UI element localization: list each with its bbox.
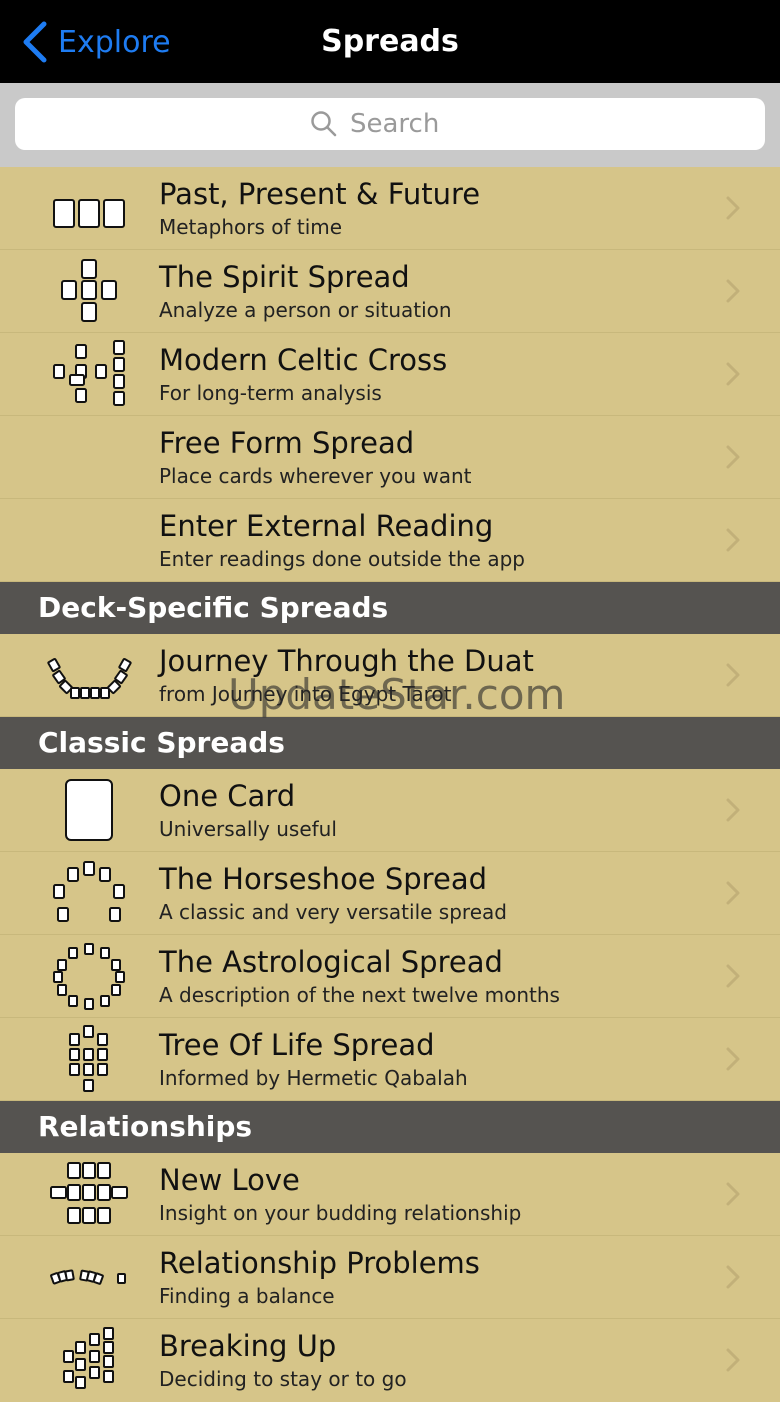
spreads-list: Past, Present & Future Metaphors of time… (0, 167, 780, 1402)
chevron-right-icon (726, 881, 740, 905)
search-input[interactable] (350, 109, 470, 139)
back-button-label: Explore (58, 24, 171, 60)
row-title: Free Form Spread (159, 426, 415, 460)
row-title: Tree Of Life Spread (159, 1028, 435, 1062)
breaking-up-icon (63, 1327, 114, 1389)
row-title: Past, Present & Future (159, 177, 481, 211)
celtic-cross-icon (53, 340, 125, 406)
row-subtitle: Insight on your budding relationship (159, 1201, 522, 1225)
chevron-right-icon (726, 362, 740, 386)
row-title: Journey Through the Duat (159, 644, 534, 678)
cross-cards-icon (61, 259, 117, 322)
chevron-right-icon (726, 663, 740, 687)
spread-row-spirit-spread[interactable]: The Spirit Spread Analyze a person or si… (0, 250, 780, 333)
chevron-right-icon (726, 798, 740, 822)
chevron-left-icon (23, 21, 47, 63)
search-field[interactable] (15, 98, 765, 150)
row-title: New Love (159, 1163, 300, 1197)
section-header-classic: Classic Spreads (0, 717, 780, 769)
tree-of-life-icon (69, 1025, 108, 1092)
chevron-right-icon (726, 196, 740, 220)
row-subtitle: Informed by Hermetic Qabalah (159, 1066, 468, 1090)
new-love-grid-icon (50, 1162, 128, 1224)
row-subtitle: For long-term analysis (159, 381, 382, 405)
spread-row-external-reading[interactable]: Enter External Reading Enter readings do… (0, 499, 780, 582)
row-subtitle: Place cards wherever you want (159, 464, 472, 488)
spread-row-relationship-problems[interactable]: Relationship Problems Finding a balance (0, 1236, 780, 1319)
spread-row-tree-of-life[interactable]: Tree Of Life Spread Informed by Hermetic… (0, 1018, 780, 1101)
single-card-icon (65, 779, 113, 841)
chevron-right-icon (726, 1348, 740, 1372)
horseshoe-icon (53, 861, 125, 922)
search-bar (0, 83, 780, 167)
navigation-bar: Explore Spreads (0, 0, 780, 83)
section-header-deck-specific: Deck-Specific Spreads (0, 582, 780, 634)
row-subtitle: A description of the next twelve months (159, 983, 560, 1007)
row-title: Relationship Problems (159, 1246, 480, 1280)
spread-row-modern-celtic-cross[interactable]: Modern Celtic Cross For long-term analys… (0, 333, 780, 416)
chevron-right-icon (726, 1182, 740, 1206)
row-subtitle: Analyze a person or situation (159, 298, 452, 322)
row-title: Enter External Reading (159, 509, 494, 543)
row-subtitle: Finding a balance (159, 1284, 335, 1308)
spread-row-breaking-up[interactable]: Breaking Up Deciding to stay or to go (0, 1319, 780, 1402)
spread-row-one-card[interactable]: One Card Universally useful (0, 769, 780, 852)
spread-row-past-present-future[interactable]: Past, Present & Future Metaphors of time (0, 167, 780, 250)
search-icon (311, 111, 337, 137)
back-button[interactable]: Explore (20, 18, 171, 66)
row-subtitle: from Journey into Egypt Tarot (159, 682, 452, 706)
astrological-circle-icon (53, 943, 125, 1010)
row-title: The Astrological Spread (159, 945, 503, 979)
spread-row-new-love[interactable]: New Love Insight on your budding relatio… (0, 1153, 780, 1236)
chevron-right-icon (726, 528, 740, 552)
relationship-row-icon (50, 1269, 126, 1285)
row-subtitle: Metaphors of time (159, 215, 343, 239)
row-title: One Card (159, 779, 296, 813)
row-title: Breaking Up (159, 1329, 337, 1363)
spread-row-astrological[interactable]: The Astrological Spread A description of… (0, 935, 780, 1018)
three-cards-icon (53, 199, 125, 228)
row-title: The Horseshoe Spread (159, 862, 487, 896)
chevron-right-icon (726, 279, 740, 303)
row-title: Modern Celtic Cross (159, 343, 448, 377)
chevron-right-icon (726, 964, 740, 988)
spread-row-horseshoe[interactable]: The Horseshoe Spread A classic and very … (0, 852, 780, 935)
spread-row-journey-duat[interactable]: Journey Through the Duat from Journey in… (0, 634, 780, 717)
section-header-relationships: Relationships (0, 1101, 780, 1153)
chevron-right-icon (726, 1265, 740, 1289)
row-subtitle: Deciding to stay or to go (159, 1367, 407, 1391)
chevron-right-icon (726, 1047, 740, 1071)
row-title: The Spirit Spread (159, 260, 410, 294)
duat-boat-icon (47, 658, 132, 699)
chevron-right-icon (726, 445, 740, 469)
row-subtitle: Universally useful (159, 817, 337, 841)
row-subtitle: Enter readings done outside the app (159, 547, 525, 571)
spread-row-free-form[interactable]: Free Form Spread Place cards wherever yo… (0, 416, 780, 499)
row-subtitle: A classic and very versatile spread (159, 900, 507, 924)
